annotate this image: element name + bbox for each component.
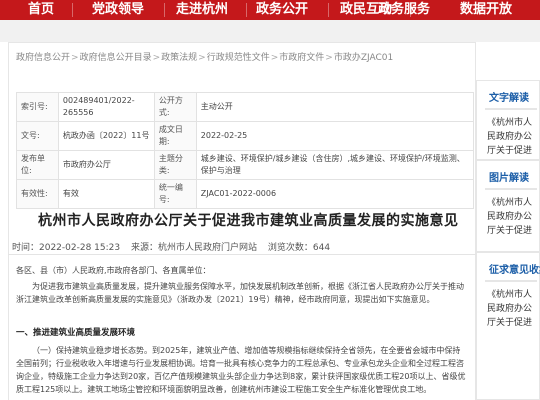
sidebar-heading: 征求意见收集 (489, 265, 540, 276)
publish-time: 时间：2022-02-28 15:23 (12, 243, 121, 253)
sidebar-link[interactable]: 《杭州市人民政府办公厅关于促进我市建筑业高质量发展的实施意见》意见征求采集采纳情… (477, 282, 535, 326)
top-navigation: 首页 党政领导 走进杭州 政务公开 政民互动 政务服务 数据开放 (0, 0, 540, 20)
article-info: 时间：2022-02-28 15:23 来源：杭州市人民政府门户网站 浏览次数：… (12, 240, 338, 253)
view-count: 浏览次数：644 (267, 243, 331, 253)
nav-leaders[interactable]: 党政领导 (92, 0, 144, 20)
nav-home[interactable]: 首页 (28, 0, 54, 20)
nav-divider (328, 3, 329, 17)
breadcrumb: 政府信息公开>政府信息公开目录>政策法规>行政规范性文件>市政府文件>市政办ZJ… (16, 53, 394, 63)
sidebar-link[interactable]: 《杭州市人民政府办公厅关于促进我市建筑业高质量发展的实施意见》图解 (477, 190, 535, 234)
date-value: 2022-02-25 (195, 121, 475, 151)
sidebar-text-interpretation: 文字解读 《杭州市人民政府办公厅关于促进我市建筑业高质量发展的实施意见》解读 (476, 80, 540, 160)
article-title: 杭州市人民政府办公厅关于促进我市建筑业高质量发展的实施意见 (38, 213, 459, 229)
doc-no-label: 文号: (16, 121, 59, 151)
index-value: 002489401/2022-265556 (57, 92, 155, 122)
validity-value: 有效 (57, 179, 155, 209)
breadcrumb-item[interactable]: 政策法规 (161, 53, 197, 63)
breadcrumb-item[interactable]: 政府信息公开目录 (80, 53, 152, 63)
sidebar-link[interactable]: 《杭州市人民政府办公厅关于促进我市建筑业高质量发展的实施意见》解读 (477, 110, 535, 154)
nav-gov-open[interactable]: 政务公开 (256, 0, 308, 20)
breadcrumb-item[interactable]: 市政府文件 (279, 53, 324, 63)
sidebar-heading: 图片解读 (489, 173, 529, 184)
index-label: 索引号: (16, 92, 59, 122)
section-heading: 一、推进建筑业高质量发展环境 (16, 328, 136, 338)
nav-divider (164, 3, 165, 17)
nav-divider (72, 3, 73, 17)
open-method-label: 公开方式: (153, 92, 197, 122)
code-value: ZJAC01-2022-0006 (195, 179, 475, 209)
document-metadata-table: 索引号: 002489401/2022-265556 公开方式: 主动公开 文号… (16, 92, 475, 209)
header-band (0, 20, 540, 42)
doc-no-value: 杭政办函〔2022〕11号 (57, 121, 155, 151)
intro-paragraph: 为促进我市建筑业高质量发展，提升建筑业服务保障水平，加快发展机制改革创新，根据《… (16, 282, 464, 304)
open-method-value: 主动公开 (195, 92, 475, 122)
breadcrumb-item[interactable]: 政府信息公开 (16, 53, 70, 63)
divider (8, 254, 476, 255)
topic-label: 主题分类: (153, 150, 197, 180)
validity-label: 有效性: (16, 179, 59, 209)
nav-about-hangzhou[interactable]: 走进杭州 (176, 0, 228, 20)
breadcrumb-item[interactable]: 市政办ZJAC01 (334, 53, 393, 63)
nav-divider (246, 3, 247, 17)
breadcrumb-item[interactable]: 行政规范性文件 (207, 53, 270, 63)
issuer-value: 市政府办公厅 (57, 150, 155, 180)
nav-services[interactable]: 政务服务 (378, 0, 430, 20)
sidebar-image-interpretation: 图片解读 《杭州市人民政府办公厅关于促进我市建筑业高质量发展的实施意见》图解 (476, 160, 540, 252)
date-label: 成文日期: (153, 121, 197, 151)
sidebar-heading: 文字解读 (489, 93, 529, 104)
code-label: 统一编号: (153, 179, 197, 209)
article-source: 来源：杭州市人民政府门户网站 (130, 243, 257, 253)
salutation-paragraph: 各区、县（市）人民政府,市政府各部门、各直属单位： (16, 266, 211, 275)
body-paragraph: （一）保持建筑业稳步增长态势。到2025年，建筑业产值、增加值等规模指标继续保持… (16, 346, 466, 394)
issuer-label: 发布单位: (16, 150, 59, 180)
topic-value: 城乡建设、环境保护/城乡建设（含住房）,城乡建设、环境保护/环境监测、保护与治理 (195, 150, 475, 180)
sidebar-feedback-collection: 征求意见收集 《杭州市人民政府办公厅关于促进我市建筑业高质量发展的实施意见》意见… (476, 252, 540, 400)
nav-open-data[interactable]: 数据开放 (460, 0, 512, 20)
